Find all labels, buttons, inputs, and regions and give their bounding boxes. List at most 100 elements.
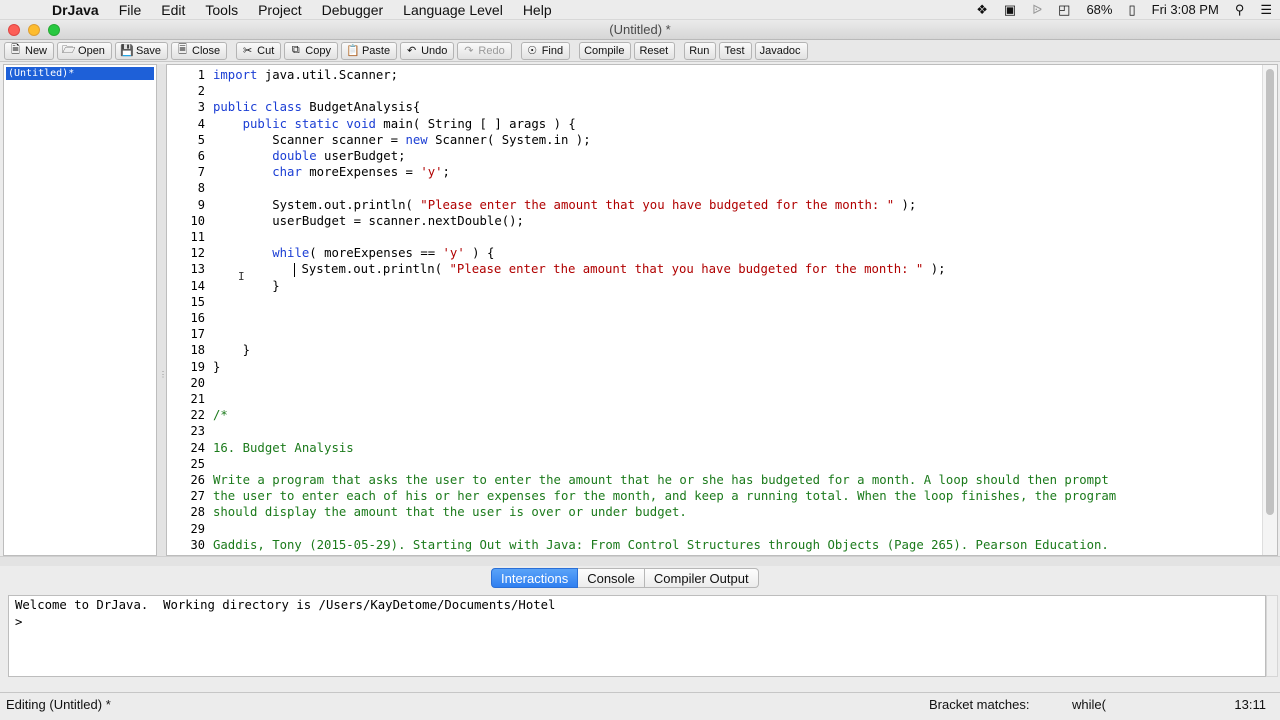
menu-tools[interactable]: Tools (195, 0, 248, 20)
horizontal-splitter[interactable] (0, 556, 1280, 566)
bracket-match-value: while( (1072, 697, 1106, 712)
interactions-scrollbar[interactable] (1266, 595, 1278, 677)
line-number: 16 (190, 311, 205, 325)
paste-button[interactable]: 📋 Paste (340, 41, 398, 60)
bluetooth-icon[interactable]: ᐉ (1024, 2, 1050, 18)
save-button[interactable]: 💾 Save (114, 41, 169, 60)
window-titlebar: (Untitled) * (0, 20, 1280, 40)
macos-menubar: DrJava File Edit Tools Project Debugger … (0, 0, 1280, 20)
find-button[interactable]: ☉ Find (520, 41, 571, 60)
text-cursor-ibeam-icon: I (238, 270, 245, 283)
line-number: 21 (190, 392, 205, 406)
open-button[interactable]: 🗁 Open (57, 41, 112, 60)
copy-icon: ⧉ (291, 44, 300, 56)
line-number: 30 (190, 537, 205, 552)
menu-help[interactable]: Help (513, 0, 562, 20)
line-number: 14 (190, 278, 205, 293)
menu-language-level[interactable]: Language Level (393, 0, 513, 20)
vertical-splitter[interactable]: ⋮ (157, 64, 167, 556)
menu-edit[interactable]: Edit (151, 0, 195, 20)
test-button[interactable]: Test (719, 41, 752, 60)
code-line[interactable]: import java.util.Scanner; (213, 67, 398, 83)
code-area[interactable]: import java.util.Scanner; public class Bu… (213, 65, 1261, 555)
line-number: 28 (190, 505, 205, 520)
code-line[interactable]: should display the amount that the user … (213, 504, 687, 520)
menu-list-icon[interactable]: ☰ (1252, 2, 1280, 18)
line-number: 8 (197, 181, 205, 196)
code-line[interactable]: Write a program that asks the user to en… (213, 472, 1109, 488)
document-item-untitled[interactable]: (Untitled)* (6, 67, 154, 80)
tab-console[interactable]: Console (578, 568, 645, 588)
new-button[interactable]: 🗎 New (4, 41, 55, 60)
line-number: 26 (190, 473, 205, 487)
code-line[interactable]: System.out.println( "Please enter the am… (213, 261, 946, 277)
code-line[interactable]: while( moreExpenses == 'y' ) { (213, 245, 494, 261)
line-number: 4 (197, 116, 205, 131)
menu-debugger[interactable]: Debugger (312, 0, 394, 20)
run-button[interactable]: Run (684, 41, 717, 60)
search-icon[interactable]: ⚲ (1227, 2, 1253, 18)
line-number: 29 (190, 521, 205, 536)
code-line[interactable]: Scanner scanner = new Scanner( System.in… (213, 132, 590, 148)
code-line[interactable]: userBudget = scanner.nextDouble(); (213, 213, 524, 229)
line-number: 24 (190, 440, 205, 455)
window-title: (Untitled) * (609, 22, 671, 37)
tab-compiler-output[interactable]: Compiler Output (644, 568, 759, 588)
interactions-welcome: Welcome to DrJava. Working directory is … (15, 598, 556, 612)
battery-percent: 68% (1086, 2, 1113, 17)
undo-button[interactable]: ↶ Undo (400, 41, 455, 60)
interactions-prompt[interactable]: > (15, 614, 22, 630)
code-line[interactable]: public class BudgetAnalysis{ (213, 99, 420, 115)
code-line[interactable]: Gaddis, Tony (2015-05-29). Starting Out … (213, 537, 1109, 553)
save-icon: 💾 (119, 45, 134, 57)
dropbox-icon[interactable]: ❖ (968, 2, 996, 18)
line-number: 1 (197, 68, 205, 82)
code-line[interactable]: the user to enter each of his or her exp… (213, 488, 1116, 504)
line-number: 18 (190, 343, 205, 358)
line-number: 3 (197, 100, 205, 115)
line-number: 12 (190, 246, 205, 261)
close-button[interactable]: 🗏 Close (171, 41, 228, 60)
code-editor[interactable]: 1 2 3 4 5 6 7 8 9 10 11 12 13 14 15 16 17 18 19 20 21 22 23 24 2… (166, 64, 1278, 556)
binoculars-icon: ☉ (527, 45, 538, 57)
line-number: 2 (197, 84, 205, 99)
copy-button[interactable]: ⧉ Copy (284, 41, 338, 60)
text-caret (294, 262, 296, 277)
editor-vertical-scrollbar[interactable] (1262, 65, 1277, 555)
line-number: 11 (190, 230, 205, 244)
code-line[interactable]: double userBudget; (213, 148, 405, 164)
line-number: 17 (190, 327, 205, 342)
tab-interactions[interactable]: Interactions (491, 568, 579, 588)
code-line[interactable]: } (213, 278, 279, 294)
code-line[interactable]: 16. Budget Analysis (213, 440, 354, 456)
code-line[interactable]: } (213, 359, 220, 375)
menu-file[interactable]: File (109, 0, 152, 20)
wifi-icon[interactable]: ◰ (1050, 2, 1078, 18)
line-number: 6 (197, 149, 205, 163)
battery-icon[interactable]: ▯ (1120, 2, 1143, 18)
undo-icon: ↶ (406, 45, 417, 57)
code-line[interactable]: char moreExpenses = 'y'; (213, 164, 450, 180)
code-line[interactable]: } (213, 342, 250, 358)
menu-app-name[interactable]: DrJava (42, 0, 109, 20)
camera-icon[interactable]: ▣ (996, 2, 1024, 18)
line-number: 19 (190, 359, 205, 374)
reset-button[interactable]: Reset (634, 41, 676, 60)
line-number-gutter: 1 2 3 4 5 6 7 8 9 10 11 12 13 14 15 16 17 18 19 20 21 22 23 24 2… (167, 65, 209, 555)
line-number: 27 (190, 489, 205, 504)
cut-button[interactable]: ✂ Cut (236, 41, 282, 60)
close-file-icon: 🗏 (178, 44, 187, 56)
status-menus: ❖ ▣ ᐉ ◰ 68% ▯ Fri 3:08 PM ⚲ ☰ (968, 0, 1280, 20)
code-line[interactable]: public static void main( String [ ] arag… (213, 116, 576, 132)
code-line[interactable]: System.out.println( "Please enter the am… (213, 197, 916, 213)
interactions-pane[interactable]: Welcome to DrJava. Working directory is … (8, 595, 1266, 677)
editor-scroll-thumb[interactable] (1266, 69, 1274, 515)
javadoc-button[interactable]: Javadoc (754, 41, 808, 60)
redo-button[interactable]: ↷ Redo (457, 41, 512, 60)
clock[interactable]: Fri 3:08 PM (1144, 2, 1227, 17)
editing-status: Editing (Untitled) * (6, 697, 111, 712)
menu-project[interactable]: Project (248, 0, 312, 20)
code-line[interactable]: /* (213, 407, 228, 423)
compile-button[interactable]: Compile (579, 41, 632, 60)
line-number: 5 (197, 132, 205, 147)
